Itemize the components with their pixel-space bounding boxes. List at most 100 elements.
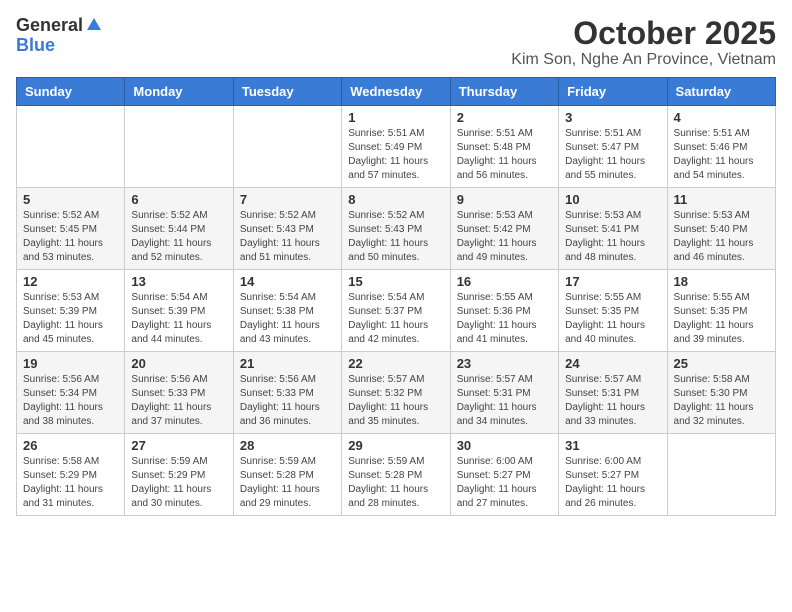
header: General Blue October 2025 Kim Son, Nghe … bbox=[16, 16, 776, 69]
day-info: Sunrise: 5:51 AM Sunset: 5:48 PM Dayligh… bbox=[457, 127, 552, 183]
calendar-cell-2-5: 9 Sunrise: 5:53 AM Sunset: 5:42 PM Daylig… bbox=[450, 188, 558, 270]
calendar-cell-2-3: 7 Sunrise: 5:52 AM Sunset: 5:43 PM Daylig… bbox=[233, 188, 341, 270]
day-info: Sunrise: 5:51 AM Sunset: 5:47 PM Dayligh… bbox=[565, 127, 660, 183]
day-info: Sunrise: 5:54 AM Sunset: 5:39 PM Dayligh… bbox=[131, 291, 226, 347]
calendar-cell-3-2: 13 Sunrise: 5:54 AM Sunset: 5:39 PM Dayli… bbox=[125, 270, 233, 352]
calendar-cell-1-2 bbox=[125, 106, 233, 188]
calendar-cell-3-5: 16 Sunrise: 5:55 AM Sunset: 5:36 PM Dayli… bbox=[450, 270, 558, 352]
calendar-week-5: 26 Sunrise: 5:58 AM Sunset: 5:29 PM Dayli… bbox=[17, 434, 776, 516]
calendar-cell-1-3 bbox=[233, 106, 341, 188]
day-info: Sunrise: 5:55 AM Sunset: 5:35 PM Dayligh… bbox=[674, 291, 769, 347]
day-number: 15 bbox=[348, 274, 443, 289]
calendar-cell-2-7: 11Sunrise: 5:53 AM Sunset: 5:40 PM Dayli… bbox=[667, 188, 775, 270]
calendar-week-1: 1Sunrise: 5:51 AM Sunset: 5:49 PM Daylig… bbox=[17, 106, 776, 188]
day-info: Sunrise: 5:57 AM Sunset: 5:31 PM Dayligh… bbox=[457, 373, 552, 429]
day-number: 13 bbox=[131, 274, 226, 289]
header-saturday: Saturday bbox=[667, 78, 775, 106]
day-number: 7 bbox=[240, 192, 335, 207]
header-friday: Friday bbox=[559, 78, 667, 106]
day-number: 16 bbox=[457, 274, 552, 289]
calendar-cell-1-1 bbox=[17, 106, 125, 188]
day-info: Sunrise: 5:51 AM Sunset: 5:46 PM Dayligh… bbox=[674, 127, 769, 183]
header-sunday: Sunday bbox=[17, 78, 125, 106]
day-info: Sunrise: 5:52 AM Sunset: 5:45 PM Dayligh… bbox=[23, 209, 118, 265]
calendar-cell-4-3: 21Sunrise: 5:56 AM Sunset: 5:33 PM Dayli… bbox=[233, 352, 341, 434]
location-title: Kim Son, Nghe An Province, Vietnam bbox=[511, 51, 776, 69]
calendar-cell-5-3: 28Sunrise: 5:59 AM Sunset: 5:28 PM Dayli… bbox=[233, 434, 341, 516]
day-info: Sunrise: 5:59 AM Sunset: 5:28 PM Dayligh… bbox=[348, 455, 443, 511]
calendar-cell-5-6: 31Sunrise: 6:00 AM Sunset: 5:27 PM Dayli… bbox=[559, 434, 667, 516]
calendar-cell-2-2: 6 Sunrise: 5:52 AM Sunset: 5:44 PM Daylig… bbox=[125, 188, 233, 270]
calendar-week-4: 19Sunrise: 5:56 AM Sunset: 5:34 PM Dayli… bbox=[17, 352, 776, 434]
day-number: 20 bbox=[131, 356, 226, 371]
calendar-cell-5-5: 30 Sunrise: 6:00 AM Sunset: 5:27 PM Dayli… bbox=[450, 434, 558, 516]
day-info: Sunrise: 6:00 AM Sunset: 5:27 PM Dayligh… bbox=[565, 455, 660, 511]
day-number: 21 bbox=[240, 356, 335, 371]
day-number: 30 bbox=[457, 438, 552, 453]
day-number: 1 bbox=[348, 110, 443, 125]
calendar-cell-2-6: 10 Sunrise: 5:53 AM Sunset: 5:41 PM Dayli… bbox=[559, 188, 667, 270]
day-number: 12 bbox=[23, 274, 118, 289]
calendar-cell-3-4: 15 Sunrise: 5:54 AM Sunset: 5:37 PM Dayli… bbox=[342, 270, 450, 352]
calendar-cell-5-4: 29 Sunrise: 5:59 AM Sunset: 5:28 PM Dayli… bbox=[342, 434, 450, 516]
day-info: Sunrise: 5:53 AM Sunset: 5:42 PM Dayligh… bbox=[457, 209, 552, 265]
calendar-cell-1-6: 3 Sunrise: 5:51 AM Sunset: 5:47 PM Daylig… bbox=[559, 106, 667, 188]
day-info: Sunrise: 5:53 AM Sunset: 5:39 PM Dayligh… bbox=[23, 291, 118, 347]
day-number: 10 bbox=[565, 192, 660, 207]
day-number: 5 bbox=[23, 192, 118, 207]
calendar-cell-4-6: 24 Sunrise: 5:57 AM Sunset: 5:31 PM Dayli… bbox=[559, 352, 667, 434]
day-number: 8 bbox=[348, 192, 443, 207]
day-info: Sunrise: 5:55 AM Sunset: 5:36 PM Dayligh… bbox=[457, 291, 552, 347]
day-info: Sunrise: 5:55 AM Sunset: 5:35 PM Dayligh… bbox=[565, 291, 660, 347]
day-info: Sunrise: 5:54 AM Sunset: 5:38 PM Dayligh… bbox=[240, 291, 335, 347]
day-info: Sunrise: 5:57 AM Sunset: 5:32 PM Dayligh… bbox=[348, 373, 443, 429]
day-number: 17 bbox=[565, 274, 660, 289]
calendar-cell-3-3: 14 Sunrise: 5:54 AM Sunset: 5:38 PM Dayli… bbox=[233, 270, 341, 352]
day-info: Sunrise: 5:57 AM Sunset: 5:31 PM Dayligh… bbox=[565, 373, 660, 429]
day-number: 9 bbox=[457, 192, 552, 207]
header-monday: Monday bbox=[125, 78, 233, 106]
day-info: Sunrise: 5:53 AM Sunset: 5:41 PM Dayligh… bbox=[565, 209, 660, 265]
calendar-header-row: Sunday Monday Tuesday Wednesday Thursday… bbox=[17, 78, 776, 106]
calendar-cell-3-1: 12 Sunrise: 5:53 AM Sunset: 5:39 PM Dayli… bbox=[17, 270, 125, 352]
day-number: 26 bbox=[23, 438, 118, 453]
day-info: Sunrise: 5:58 AM Sunset: 5:29 PM Dayligh… bbox=[23, 455, 118, 511]
day-number: 2 bbox=[457, 110, 552, 125]
day-number: 3 bbox=[565, 110, 660, 125]
calendar-cell-4-4: 22Sunrise: 5:57 AM Sunset: 5:32 PM Dayli… bbox=[342, 352, 450, 434]
calendar-cell-4-5: 23Sunrise: 5:57 AM Sunset: 5:31 PM Dayli… bbox=[450, 352, 558, 434]
calendar: Sunday Monday Tuesday Wednesday Thursday… bbox=[16, 77, 776, 516]
day-info: Sunrise: 5:58 AM Sunset: 5:30 PM Dayligh… bbox=[674, 373, 769, 429]
header-wednesday: Wednesday bbox=[342, 78, 450, 106]
day-info: Sunrise: 5:54 AM Sunset: 5:37 PM Dayligh… bbox=[348, 291, 443, 347]
day-number: 27 bbox=[131, 438, 226, 453]
day-number: 4 bbox=[674, 110, 769, 125]
calendar-cell-4-2: 20 Sunrise: 5:56 AM Sunset: 5:33 PM Dayli… bbox=[125, 352, 233, 434]
logo-general: General bbox=[16, 16, 83, 36]
header-tuesday: Tuesday bbox=[233, 78, 341, 106]
day-number: 25 bbox=[674, 356, 769, 371]
day-info: Sunrise: 5:53 AM Sunset: 5:40 PM Dayligh… bbox=[674, 209, 769, 265]
day-info: Sunrise: 5:56 AM Sunset: 5:34 PM Dayligh… bbox=[23, 373, 118, 429]
day-number: 28 bbox=[240, 438, 335, 453]
day-info: Sunrise: 6:00 AM Sunset: 5:27 PM Dayligh… bbox=[457, 455, 552, 511]
day-info: Sunrise: 5:52 AM Sunset: 5:44 PM Dayligh… bbox=[131, 209, 226, 265]
logo: General Blue bbox=[16, 16, 103, 56]
calendar-week-3: 12 Sunrise: 5:53 AM Sunset: 5:39 PM Dayli… bbox=[17, 270, 776, 352]
day-number: 14 bbox=[240, 274, 335, 289]
day-number: 29 bbox=[348, 438, 443, 453]
logo-icon bbox=[85, 16, 103, 34]
header-thursday: Thursday bbox=[450, 78, 558, 106]
calendar-cell-4-1: 19Sunrise: 5:56 AM Sunset: 5:34 PM Dayli… bbox=[17, 352, 125, 434]
calendar-week-2: 5 Sunrise: 5:52 AM Sunset: 5:45 PM Daylig… bbox=[17, 188, 776, 270]
day-info: Sunrise: 5:52 AM Sunset: 5:43 PM Dayligh… bbox=[348, 209, 443, 265]
day-info: Sunrise: 5:52 AM Sunset: 5:43 PM Dayligh… bbox=[240, 209, 335, 265]
calendar-cell-5-2: 27 Sunrise: 5:59 AM Sunset: 5:29 PM Dayli… bbox=[125, 434, 233, 516]
day-number: 24 bbox=[565, 356, 660, 371]
calendar-cell-2-1: 5 Sunrise: 5:52 AM Sunset: 5:45 PM Daylig… bbox=[17, 188, 125, 270]
day-number: 6 bbox=[131, 192, 226, 207]
calendar-cell-1-4: 1Sunrise: 5:51 AM Sunset: 5:49 PM Daylig… bbox=[342, 106, 450, 188]
title-section: October 2025 Kim Son, Nghe An Province, … bbox=[511, 16, 776, 69]
day-info: Sunrise: 5:59 AM Sunset: 5:29 PM Dayligh… bbox=[131, 455, 226, 511]
day-info: Sunrise: 5:56 AM Sunset: 5:33 PM Dayligh… bbox=[131, 373, 226, 429]
